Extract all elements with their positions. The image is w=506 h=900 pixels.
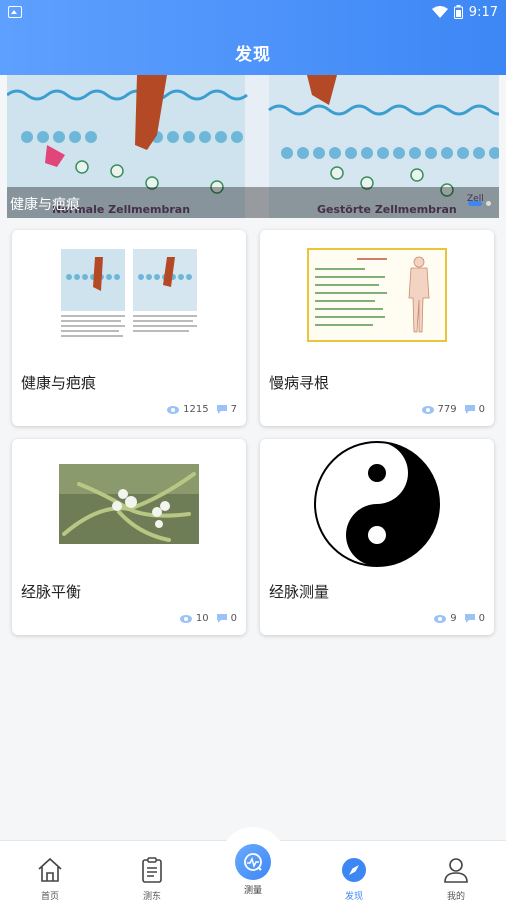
- card-image: [12, 230, 246, 360]
- view-count: 9: [450, 613, 457, 624]
- view-count: 10: [195, 613, 209, 624]
- page-title: 发现: [235, 45, 271, 65]
- yin-yang-symbol-image: [314, 441, 440, 567]
- cell-membrane-diagram-image: [59, 247, 199, 343]
- comment-icon: [216, 614, 227, 623]
- card-title: 经脉平衡: [21, 583, 82, 601]
- card-meridian-measurement[interactable]: 经脉测量 9 0: [260, 439, 494, 635]
- card-image: [260, 439, 494, 569]
- notification-icon: [8, 6, 22, 18]
- banner-carousel[interactable]: Normale Zellmembran Gestörte Zellmembran…: [7, 75, 499, 218]
- comment-count: 0: [478, 404, 485, 415]
- eye-icon: [167, 405, 180, 414]
- comment-icon: [216, 405, 227, 414]
- meridian-body-chart-image: [307, 248, 447, 342]
- eye-icon: [179, 614, 192, 623]
- view-count: 779: [437, 404, 457, 415]
- tab-label: 发现: [344, 892, 363, 900]
- card-stats: 9 0: [434, 613, 485, 624]
- card-image: [12, 439, 246, 569]
- card-chronic-disease-root[interactable]: 慢病寻根 779 0: [260, 230, 494, 426]
- tab-label: 测东: [142, 892, 161, 900]
- card-meridian-balance[interactable]: 经脉平衡 10 0: [12, 439, 246, 635]
- mistletoe-photo-image: [59, 464, 199, 544]
- banner-dot-active[interactable]: [468, 201, 482, 206]
- comment-icon: [464, 405, 475, 414]
- card-title: 经脉测量: [269, 583, 330, 601]
- tab-label: 我的: [446, 892, 465, 900]
- status-bar: 9:17: [0, 0, 506, 24]
- card-stats: 10 0: [179, 613, 237, 624]
- view-count: 1215: [183, 404, 209, 415]
- user-icon: [444, 858, 468, 883]
- comment-count: 0: [230, 613, 237, 624]
- card-health-scar[interactable]: 健康与疤痕 1215 7: [12, 230, 246, 426]
- comment-count: 0: [478, 613, 485, 624]
- card-image: [260, 230, 494, 360]
- tab-label-measure: 测量: [243, 886, 262, 896]
- tab-home[interactable]: 首页: [20, 855, 80, 900]
- tab-label: 首页: [40, 892, 59, 900]
- card-title: 健康与疤痕: [21, 374, 97, 392]
- app-header: 9:17 发现: [0, 0, 506, 75]
- tab-profile[interactable]: 我的: [426, 855, 486, 900]
- banner-dot[interactable]: [486, 201, 491, 206]
- tab-records[interactable]: 测东: [122, 855, 182, 900]
- home-icon: [38, 857, 62, 882]
- battery-icon: [453, 5, 463, 19]
- bottom-tab-bar: 首页 测东 测量 发现 我的: [0, 827, 506, 900]
- wifi-icon: [431, 6, 448, 18]
- comment-count: 7: [230, 404, 237, 415]
- eye-icon: [434, 614, 447, 623]
- clipboard-icon: [142, 857, 162, 883]
- measure-icon: [244, 853, 262, 871]
- comment-icon: [464, 614, 475, 623]
- card-title: 慢病寻根: [269, 374, 330, 392]
- tab-discover[interactable]: 发现: [324, 855, 384, 900]
- eye-icon: [421, 405, 434, 414]
- banner-caption: 健康与疤痕: [7, 187, 499, 218]
- card-stats: 779 0: [421, 404, 485, 415]
- card-stats: 1215 7: [167, 404, 237, 415]
- status-time: 9:17: [468, 4, 498, 20]
- banner-pagination[interactable]: [468, 201, 491, 206]
- tab-measure[interactable]: [235, 844, 271, 880]
- compass-icon: [342, 858, 366, 882]
